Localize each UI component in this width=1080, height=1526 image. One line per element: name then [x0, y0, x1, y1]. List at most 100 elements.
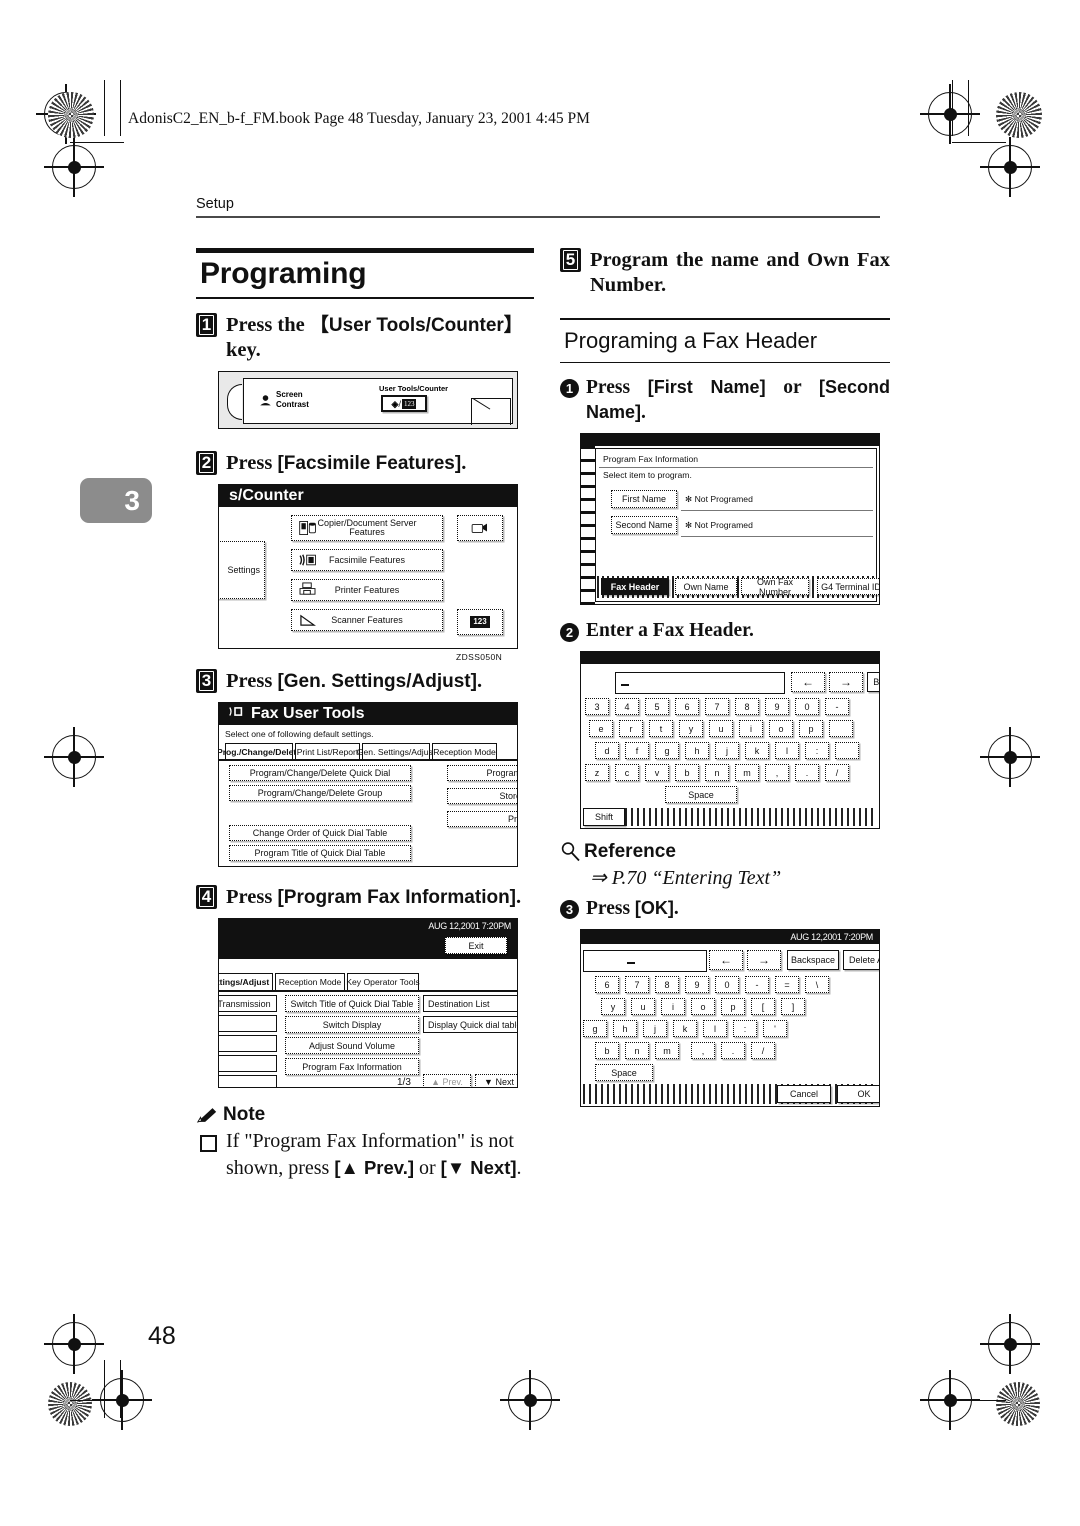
kb2-key-o[interactable]: o — [691, 998, 715, 1015]
kb2-backspace-button[interactable]: Backspace — [787, 950, 839, 970]
gen-button-switch-title[interactable]: Switch Title of Quick Dial Table — [285, 995, 419, 1013]
kb1-right-arrow-button[interactable]: → — [829, 672, 863, 692]
gen-left-item-2[interactable] — [219, 1015, 277, 1033]
kb2-cancel-button[interactable]: Cancel — [777, 1085, 831, 1103]
pfi-first-name-button[interactable]: First Name — [611, 490, 677, 508]
kb2-key-6[interactable]: 6 — [595, 976, 619, 993]
kb1-key-minus[interactable]: - — [825, 698, 849, 715]
kb1-key-7[interactable]: 7 — [705, 698, 729, 715]
kb2-key-slash[interactable]: / — [751, 1042, 775, 1059]
pfi-tab-own-name[interactable]: Own Name — [675, 578, 737, 595]
gen-left-item-3[interactable] — [219, 1035, 277, 1053]
fax-button-program-title[interactable]: Program Title of Quick Dial Table — [229, 845, 411, 862]
kb1-key-y[interactable]: y — [679, 720, 703, 737]
kb2-key-equals[interactable]: = — [775, 976, 799, 993]
gen-left-item-5[interactable] — [219, 1075, 277, 1088]
kb1-key-8[interactable]: 8 — [735, 698, 759, 715]
kb1-key-bracket[interactable] — [829, 720, 853, 737]
gen-left-item-4[interactable] — [219, 1055, 277, 1073]
kb1-key-t[interactable]: t — [649, 720, 673, 737]
kb2-key-8[interactable]: 8 — [655, 976, 679, 993]
kb2-key-semicolon[interactable]: : — [733, 1020, 757, 1037]
kb1-key-u[interactable]: u — [709, 720, 733, 737]
gen-tab-reception-mode[interactable]: Reception Mode — [275, 973, 345, 991]
kb1-key-6[interactable]: 6 — [675, 698, 699, 715]
fax-button-right-1[interactable]: Program/C — [447, 765, 517, 782]
kb2-ok-button[interactable]: OK — [837, 1085, 879, 1103]
kb1-key-p[interactable]: p — [799, 720, 823, 737]
kb2-key-bracket-left[interactable]: [ — [751, 998, 775, 1015]
pfi-tab-fax-header[interactable]: Fax Header — [601, 578, 669, 595]
kb2-key-j[interactable]: j — [643, 1020, 667, 1037]
kb2-key-backslash[interactable]: \ — [805, 976, 829, 993]
kb1-shift-button[interactable]: Shift — [583, 808, 625, 826]
fax-button-right-2[interactable]: Store/C — [447, 788, 517, 805]
user-tools-settings-button[interactable]: Settings — [219, 541, 265, 600]
gen-settings-exit-button[interactable]: Exit — [445, 937, 507, 955]
kb1-key-h[interactable]: h — [685, 742, 709, 759]
kb2-key-quote[interactable]: ' — [763, 1020, 787, 1037]
tab-print-list-report[interactable]: Print List/Report — [295, 743, 360, 760]
kb2-key-n[interactable]: n — [625, 1042, 649, 1059]
kb2-key-m[interactable]: m — [655, 1042, 679, 1059]
kb2-key-p[interactable]: p — [721, 998, 745, 1015]
kb1-key-k[interactable]: k — [745, 742, 769, 759]
kb1-key-5[interactable]: 5 — [645, 698, 669, 715]
tab-reception-mode[interactable]: Reception Mode — [432, 743, 497, 760]
kb1-key-c[interactable]: c — [615, 764, 639, 781]
user-tools-icon-button-top[interactable] — [457, 515, 503, 542]
gen-next-button[interactable]: ▼ Next — [475, 1074, 517, 1088]
kb1-left-arrow-button[interactable]: ← — [791, 672, 825, 692]
kb1-key-d[interactable]: d — [595, 742, 619, 759]
kb2-key-l[interactable]: l — [703, 1020, 727, 1037]
kb2-space-button[interactable]: Space — [595, 1064, 653, 1081]
kb1-key-b[interactable]: b — [675, 764, 699, 781]
kb1-key-r[interactable]: r — [619, 720, 643, 737]
kb1-space-button[interactable]: Space — [665, 786, 737, 803]
kb2-left-arrow-button[interactable]: ← — [709, 950, 743, 970]
kb1-key-period[interactable]: . — [795, 764, 819, 781]
gen-left-item-transmission[interactable]: Transmission — [219, 995, 277, 1013]
kb2-key-period[interactable]: . — [721, 1042, 745, 1059]
kb2-input-field[interactable] — [583, 950, 707, 972]
gen-right-item-destination-list[interactable]: Destination List — [423, 995, 517, 1013]
kb1-key-quote[interactable] — [835, 742, 859, 759]
kb1-key-4[interactable]: 4 — [615, 698, 639, 715]
kb1-key-z[interactable]: z — [585, 764, 609, 781]
fax-button-change-order[interactable]: Change Order of Quick Dial Table — [229, 825, 411, 842]
kb2-key-u[interactable]: u — [631, 998, 655, 1015]
gen-button-switch-display[interactable]: Switch Display — [285, 1016, 419, 1034]
kb2-delete-all-button[interactable]: Delete All — [843, 950, 879, 970]
kb1-backspace-button[interactable]: Bac — [867, 672, 879, 692]
pfi-second-name-button[interactable]: Second Name — [611, 516, 677, 534]
kb1-key-e[interactable]: e — [589, 720, 613, 737]
kb2-key-k[interactable]: k — [673, 1020, 697, 1037]
kb2-key-g[interactable]: g — [583, 1020, 607, 1037]
kb2-key-h[interactable]: h — [613, 1020, 637, 1037]
kb1-key-v[interactable]: v — [645, 764, 669, 781]
kb1-key-o[interactable]: o — [769, 720, 793, 737]
tab-prog-change-delete[interactable]: Prog./Change/Delete — [219, 743, 301, 760]
kb2-key-0[interactable]: 0 — [715, 976, 739, 993]
gen-tab-settings-adjust[interactable]: ttings/Adjust — [219, 973, 273, 991]
kb1-key-comma[interactable]: , — [765, 764, 789, 781]
kb1-key-j[interactable]: j — [715, 742, 739, 759]
pfi-tab-own-fax-number[interactable]: Own Fax Number — [741, 577, 809, 597]
kb1-key-i[interactable]: i — [739, 720, 763, 737]
kb1-key-l[interactable]: l — [775, 742, 799, 759]
kb1-key-9[interactable]: 9 — [765, 698, 789, 715]
kb1-key-m[interactable]: m — [735, 764, 759, 781]
pfi-tab-g4-terminal-id[interactable]: G4 Terminal ID — [817, 578, 879, 595]
kb2-key-9[interactable]: 9 — [685, 976, 709, 993]
kb1-key-n[interactable]: n — [705, 764, 729, 781]
gen-button-program-fax-information[interactable]: Program Fax Information — [285, 1058, 419, 1076]
kb1-key-0[interactable]: 0 — [795, 698, 819, 715]
gen-prev-button[interactable]: ▲ Prev. — [423, 1074, 471, 1088]
kb2-key-comma[interactable]: , — [691, 1042, 715, 1059]
user-tools-icon-button-bottom[interactable]: 123 — [457, 609, 503, 636]
kb2-key-bracket-right[interactable]: ] — [781, 998, 805, 1015]
user-tools-counter-key[interactable]: ◈/123 — [381, 395, 427, 413]
tab-gen-settings-adjust[interactable]: Gen. Settings/Adjust — [357, 743, 435, 760]
gen-button-adjust-sound[interactable]: Adjust Sound Volume — [285, 1037, 419, 1055]
gen-tab-key-operator-tools[interactable]: Key Operator Tools — [346, 973, 420, 991]
